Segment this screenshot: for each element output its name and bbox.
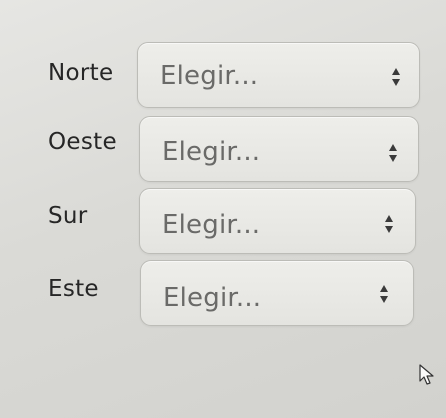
select-norte[interactable]: Elegir... bbox=[137, 42, 420, 108]
field-row-norte: Norte Elegir... bbox=[0, 40, 446, 110]
select-oeste[interactable]: Elegir... bbox=[139, 116, 419, 182]
label-este: Este bbox=[48, 276, 99, 302]
label-oeste: Oeste bbox=[48, 129, 117, 155]
up-down-arrows-icon bbox=[384, 214, 394, 234]
label-sur: Sur bbox=[48, 203, 88, 229]
up-down-arrows-icon bbox=[379, 284, 389, 304]
select-sur[interactable]: Elegir... bbox=[139, 188, 416, 254]
select-oeste-value: Elegir... bbox=[162, 137, 261, 167]
select-este[interactable]: Elegir... bbox=[140, 260, 414, 326]
select-sur-value: Elegir... bbox=[162, 210, 261, 240]
select-este-value: Elegir... bbox=[163, 283, 262, 313]
direction-form: Norte Elegir... Oeste Elegir... Sur Eleg… bbox=[0, 0, 446, 418]
field-row-oeste: Oeste Elegir... bbox=[0, 114, 446, 184]
up-down-arrows-icon bbox=[391, 67, 401, 87]
field-row-sur: Sur Elegir... bbox=[0, 186, 446, 256]
mouse-pointer-icon bbox=[419, 364, 435, 386]
select-norte-value: Elegir... bbox=[160, 61, 259, 91]
label-norte: Norte bbox=[48, 60, 114, 86]
field-row-este: Este Elegir... bbox=[0, 258, 446, 328]
up-down-arrows-icon bbox=[388, 143, 398, 163]
